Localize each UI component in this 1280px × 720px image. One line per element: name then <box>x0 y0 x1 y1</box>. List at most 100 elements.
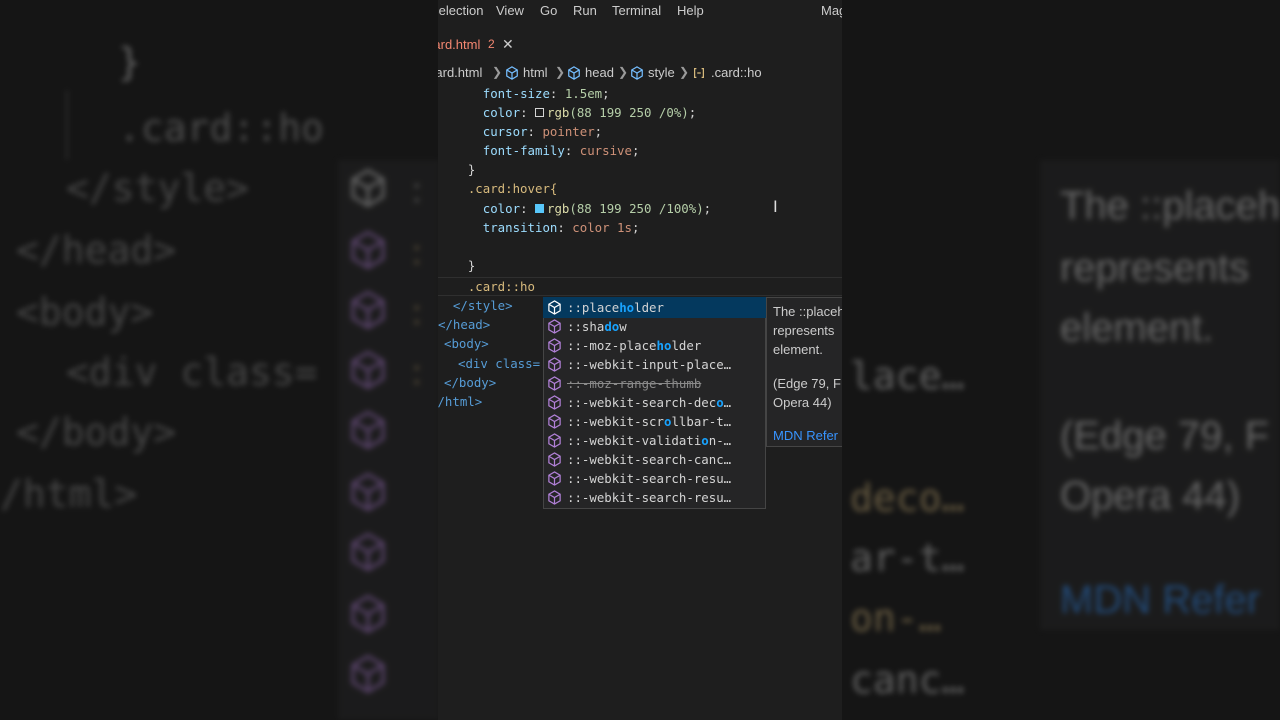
bg-desc-1: The ::placeh <box>1060 184 1280 228</box>
bg-cube-icon <box>351 230 385 270</box>
bg-head-close: </head> <box>16 228 177 272</box>
menu-terminal[interactable]: Terminal <box>612 3 661 18</box>
breadcrumb-style[interactable]: style <box>648 65 675 80</box>
bg-item-2: deco… <box>850 476 965 520</box>
suggestion-label: ::placeholder <box>567 300 664 315</box>
cube-icon <box>548 300 561 315</box>
color-swatch[interactable] <box>535 204 544 213</box>
code-line: <body> <box>444 336 489 351</box>
menu-selection[interactable]: Selection <box>438 3 483 18</box>
bg-item-1: lace… <box>850 354 965 398</box>
bg-cube-icon <box>351 410 385 450</box>
bg-cube-icon <box>351 472 385 512</box>
bg-desc-2: represents <box>1060 246 1249 290</box>
suggestion-label: ::-webkit-input-place… <box>567 357 732 372</box>
suggestion-item[interactable]: ::-webkit-search-canc… <box>544 450 765 469</box>
bg-cube-icon <box>351 654 385 694</box>
mdn-reference-link[interactable]: MDN Refer <box>773 428 838 443</box>
code-line: </body> <box>444 375 497 390</box>
suggestion-label: ::-webkit-search-resu… <box>567 471 732 486</box>
code-line-current: .card::ho <box>467 279 535 294</box>
suggestion-item[interactable]: ::-moz-placeholder <box>544 336 765 355</box>
bg-item-5: canc… <box>850 658 965 702</box>
suggestion-item[interactable]: ::-webkit-search-deco… <box>544 393 765 412</box>
code-line: font-size: 1.5em; <box>482 86 610 101</box>
brackets-icon <box>694 68 704 78</box>
tab-bar: Card.html 2 ✕ <box>438 30 842 59</box>
tab-card-html[interactable]: Card.html 2 ✕ <box>438 30 518 59</box>
suggestion-item[interactable]: ::-webkit-scrollbar-t… <box>544 412 765 431</box>
suggestion-item[interactable]: ::-webkit-search-resu… <box>544 488 765 507</box>
cube-icon <box>548 357 561 372</box>
suggestion-item[interactable]: ::placeholder <box>543 297 766 318</box>
close-icon[interactable]: ✕ <box>502 36 514 53</box>
problem-count-badge: 2 <box>488 37 495 51</box>
mouse-ibeam-cursor: I <box>773 197 778 216</box>
bg-indent-guide <box>66 90 68 160</box>
suggestion-label: ::shadow <box>567 319 627 334</box>
suggestion-item[interactable]: ::shadow <box>544 317 765 336</box>
breadcrumb-file[interactable]: Card.html <box>438 65 482 80</box>
menu-run[interactable]: Run <box>573 3 597 18</box>
bg-cube-icon <box>351 168 385 208</box>
cube-icon <box>506 66 518 80</box>
menu-view[interactable]: View <box>496 3 524 18</box>
menu-bar: Selection View Go Run Terminal Help Mag <box>438 0 842 22</box>
breadcrumb: Card.html ❯ html ❯ head ❯ style ❯ .card:… <box>438 64 842 82</box>
details-compat: (Edge 79, F <box>773 376 841 391</box>
suggestion-item[interactable]: ::-webkit-search-resu… <box>544 469 765 488</box>
bg-style-close: </style> <box>66 166 250 210</box>
code-line: font-family: cursive; <box>482 143 640 158</box>
cube-icon <box>548 490 561 505</box>
bg-body-open: <body> <box>16 290 154 334</box>
color-swatch[interactable] <box>535 108 544 117</box>
code-line: color: rgb(88 199 250 /0%); <box>482 105 697 120</box>
bg-div-open: <div class= <box>66 350 318 394</box>
code-line: } <box>467 162 476 177</box>
suggestion-item[interactable]: ::-moz-range-thumb <box>544 374 765 393</box>
breadcrumb-html[interactable]: html <box>523 65 548 80</box>
details-line: The ::placeh <box>773 304 842 319</box>
cube-icon <box>548 319 561 334</box>
cube-icon <box>548 471 561 486</box>
code-line: cursor: pointer; <box>482 124 603 139</box>
bg-compat-1: (Edge 79, F <box>1060 414 1270 458</box>
code-line: transition: color 1s; <box>482 220 640 235</box>
tab-filename: Card.html <box>438 37 481 52</box>
cube-icon <box>548 433 561 448</box>
cube-icon <box>548 376 561 391</box>
menu-help[interactable]: Help <box>677 3 704 18</box>
details-compat: Opera 44) <box>773 395 832 410</box>
suggestion-label: ::-moz-placeholder <box>567 338 702 353</box>
bg-cube-icon <box>351 290 385 330</box>
autocomplete-suggestions: ::placeholder::shadow::-moz-placeholder:… <box>543 297 766 509</box>
code-line: </style> <box>452 298 513 313</box>
suggestion-item[interactable]: ::-webkit-input-place… <box>544 355 765 374</box>
details-line: represents <box>773 323 835 338</box>
bg-details-panel <box>1040 160 1280 630</box>
cube-icon <box>548 338 561 353</box>
bg-selector: .card::ho <box>118 106 324 150</box>
window-title: Mag <box>821 3 842 18</box>
bg-compat-2: Opera 44) <box>1060 474 1241 518</box>
code-line: </html> <box>438 394 483 409</box>
suggestion-item[interactable]: ::-webkit-validation-… <box>544 431 765 450</box>
suggestion-details-panel: The ::placeh represents element. (Edge 7… <box>766 297 842 447</box>
cube-icon <box>548 414 561 429</box>
bg-mdn: MDN Refer <box>1060 578 1261 622</box>
suggestion-label: ::-webkit-scrollbar-t… <box>567 414 732 429</box>
suggestion-label: ::-webkit-search-deco… <box>567 395 732 410</box>
suggestion-label: ::-webkit-search-canc… <box>567 452 732 467</box>
bg-html-close: /html> <box>0 472 138 516</box>
suggestion-label: ::-webkit-search-resu… <box>567 490 732 505</box>
breadcrumb-head[interactable]: head <box>585 65 614 80</box>
code-line: color: rgb(88 199 250 /100%); <box>482 201 712 216</box>
bg-cube-icon <box>351 532 385 572</box>
code-editor[interactable]: Selection View Go Run Terminal Help Mag … <box>438 0 842 720</box>
bg-item-3: ar-t… <box>850 536 965 580</box>
cube-icon <box>548 452 561 467</box>
bg-item-4: on-… <box>850 596 942 640</box>
breadcrumb-selector[interactable]: .card::ho <box>711 65 762 80</box>
cube-icon <box>548 395 561 410</box>
menu-go[interactable]: Go <box>540 3 557 18</box>
